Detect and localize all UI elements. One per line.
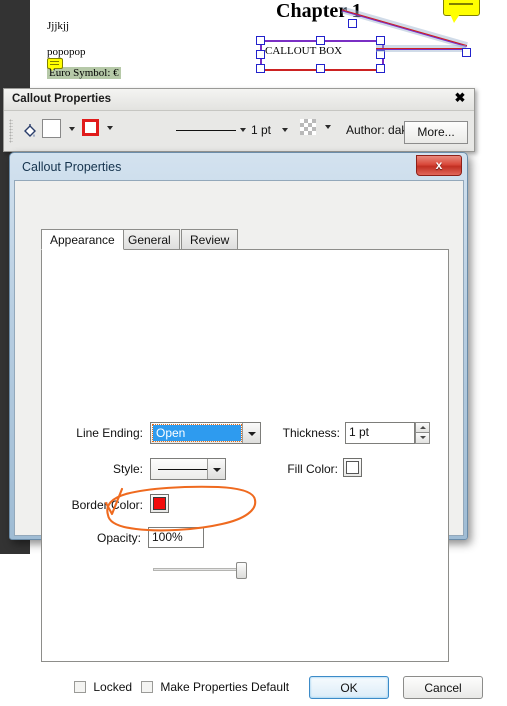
comment-bubble-icon[interactable] (443, 0, 480, 23)
fill-color-control[interactable] (42, 119, 76, 143)
leader-end-handle[interactable] (462, 48, 471, 57)
slider-track (153, 568, 245, 571)
close-icon[interactable]: ✖ (453, 91, 467, 105)
toolbar-title: Callout Properties (12, 93, 112, 105)
locked-checkbox[interactable] (74, 681, 86, 693)
callout-annotation[interactable]: CALLOUT BOX (256, 36, 385, 73)
toolbar-titlebar: Callout Properties ✖ (4, 89, 474, 111)
thickness-input[interactable]: 1 pt (345, 422, 415, 444)
line-ending-label: Line Ending: (76, 426, 143, 440)
leader-knee-handle[interactable] (348, 19, 357, 28)
locked-label: Locked (93, 680, 133, 694)
make-default-label: Make Properties Default (160, 680, 290, 694)
opacity-slider[interactable] (153, 562, 247, 579)
thickness-stepper[interactable] (415, 422, 430, 444)
chevron-down-icon[interactable] (325, 125, 332, 129)
chevron-down-icon[interactable] (107, 125, 114, 130)
opacity-input[interactable]: 100% (148, 527, 204, 548)
border-color-swatch[interactable] (82, 119, 99, 136)
resize-handle[interactable] (316, 36, 325, 45)
comment-bubble-icon[interactable] (47, 58, 63, 71)
more-button[interactable]: More... (404, 121, 468, 144)
border-color-control[interactable] (82, 119, 114, 143)
fill-color-swatch[interactable] (42, 119, 61, 138)
border-color-button[interactable] (150, 494, 169, 513)
tab-appearance[interactable]: Appearance (41, 229, 124, 250)
resize-handle[interactable] (256, 50, 265, 59)
document-paragraph: popopop (47, 46, 86, 58)
toolbar-strip: 1 pt Author: daka630 More... (4, 111, 474, 151)
ok-button[interactable]: OK (309, 676, 389, 699)
opacity-control[interactable] (300, 119, 332, 143)
callout-properties-toolbar: Callout Properties ✖ 1 pt Author: daka63… (3, 88, 475, 152)
opacity-label: Opacity: (96, 531, 141, 545)
make-default-checkbox-row[interactable]: Make Properties Default (141, 680, 289, 694)
document-paragraph: Jjjkjj (47, 20, 70, 32)
stepper-down-icon[interactable] (415, 433, 430, 444)
cancel-button[interactable]: Cancel (403, 676, 483, 699)
locked-checkbox-row[interactable]: Locked (74, 680, 132, 694)
chevron-down-icon[interactable] (282, 128, 288, 132)
thickness-label[interactable]: 1 pt (251, 123, 271, 137)
line-style-preview[interactable] (176, 130, 236, 131)
stepper-up-icon[interactable] (415, 422, 430, 433)
fill-color-label: Fill Color: (287, 462, 338, 476)
line-ending-value: Open (152, 424, 242, 442)
style-label: Style: (112, 462, 143, 476)
appearance-tab-panel (41, 249, 449, 662)
slider-thumb[interactable] (236, 562, 247, 579)
style-select[interactable] (150, 458, 226, 480)
thickness-label: Thickness: (282, 426, 340, 440)
resize-handle[interactable] (256, 36, 265, 45)
border-color-label: Border Color: (71, 498, 143, 512)
close-icon[interactable]: x (416, 155, 462, 176)
dialog-footer: Locked Make Properties Default OK Cancel (41, 676, 483, 706)
chevron-down-icon[interactable] (69, 126, 76, 131)
transparency-checker-icon[interactable] (300, 119, 316, 135)
dialog-title: Callout Properties (22, 160, 122, 174)
resize-handle[interactable] (376, 36, 385, 45)
dialog-body: Appearance General Review History Line E… (14, 180, 483, 699)
solid-line-icon (158, 469, 208, 470)
resize-handle[interactable] (316, 64, 325, 73)
tab-review-history[interactable]: Review History (181, 229, 239, 267)
resize-handle[interactable] (376, 64, 385, 73)
dialog-titlebar[interactable]: Callout Properties x (13, 155, 464, 183)
resize-handle[interactable] (256, 64, 265, 73)
chevron-down-icon[interactable] (240, 128, 246, 132)
chevron-down-icon[interactable] (207, 459, 225, 479)
fill-color-button[interactable] (343, 458, 362, 477)
callout-text: CALLOUT BOX (265, 45, 343, 57)
paint-bucket-icon[interactable] (22, 123, 38, 139)
make-default-checkbox[interactable] (141, 681, 153, 693)
drag-grip-handle[interactable] (9, 119, 13, 143)
callout-properties-dialog: Callout Properties x Appearance General … (9, 152, 483, 699)
tab-general[interactable]: General (119, 229, 180, 250)
